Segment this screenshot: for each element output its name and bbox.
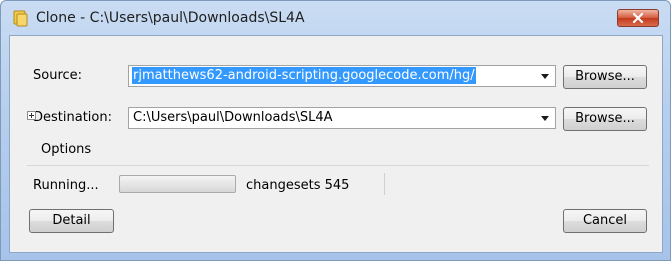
source-browse-button[interactable]: Browse... xyxy=(563,65,647,89)
source-combobox[interactable]: rjmatthews62-android-scripting.googlecod… xyxy=(128,65,556,87)
destination-dropdown-arrow-icon[interactable] xyxy=(541,116,549,121)
close-icon xyxy=(632,13,644,23)
clone-dialog-window: Clone - C:\Users\paul\Downloads\SL4A Sou… xyxy=(0,0,671,261)
status-separator xyxy=(27,165,649,166)
status-divider xyxy=(384,173,385,195)
title-bar[interactable]: Clone - C:\Users\paul\Downloads\SL4A xyxy=(1,1,670,35)
cancel-button[interactable]: Cancel xyxy=(563,209,647,233)
destination-combobox[interactable]: C:\Users\paul\Downloads\SL4A xyxy=(128,107,556,129)
source-dropdown-arrow-icon[interactable] xyxy=(541,74,549,79)
options-expand-icon[interactable] xyxy=(27,111,36,120)
hg-folder-icon xyxy=(12,10,29,27)
dialog-body: Source: rjmatthews62-android-scripting.g… xyxy=(9,35,663,253)
clone-progress-bar xyxy=(119,175,236,193)
destination-input[interactable]: C:\Users\paul\Downloads\SL4A xyxy=(133,110,333,125)
source-label: Source: xyxy=(33,68,83,83)
options-toggle[interactable]: Options xyxy=(41,142,91,157)
destination-browse-button[interactable]: Browse... xyxy=(563,107,647,131)
close-button[interactable] xyxy=(617,9,659,27)
detail-button[interactable]: Detail xyxy=(29,209,114,233)
window-title: Clone - C:\Users\paul\Downloads\SL4A xyxy=(36,10,305,26)
running-label: Running... xyxy=(33,178,99,193)
destination-label: Destination: xyxy=(33,110,112,125)
changesets-count: changesets 545 xyxy=(246,178,350,193)
source-input[interactable]: rjmatthews62-android-scripting.googlecod… xyxy=(132,67,476,84)
